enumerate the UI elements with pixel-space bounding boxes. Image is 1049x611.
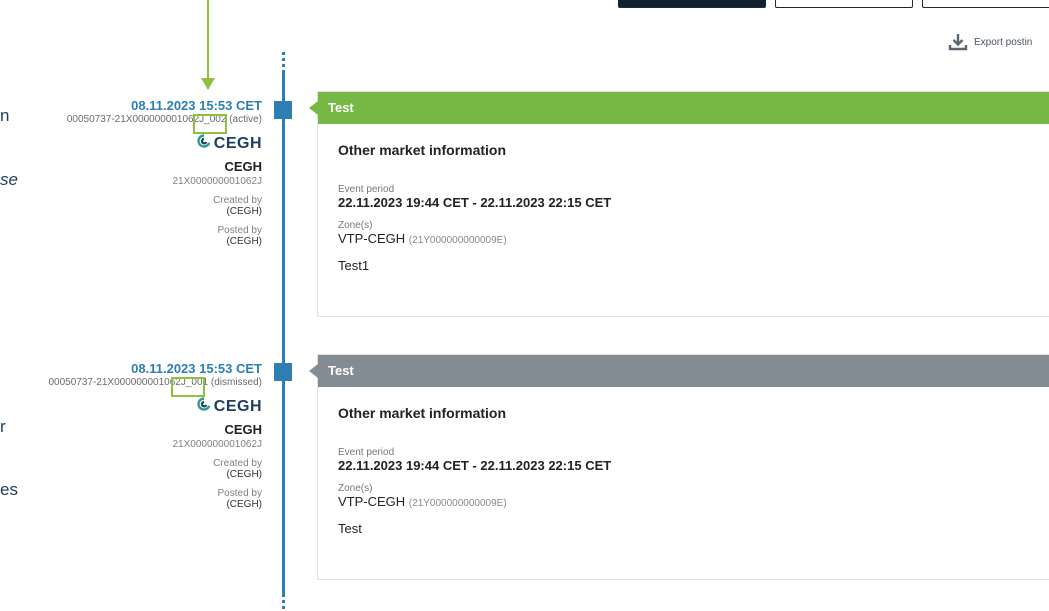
cut-text-4: es bbox=[0, 480, 18, 499]
download-icon bbox=[948, 33, 968, 51]
cegh-logo: CEGH bbox=[67, 134, 262, 153]
organization-name: CEGH bbox=[224, 422, 262, 437]
cegh-logo: CEGH bbox=[48, 397, 262, 416]
entry-id: 00050737-21X000000001062J_002 (active) bbox=[66, 114, 262, 125]
created-by-value: (CEGH) bbox=[226, 469, 262, 480]
message-text: Test1 bbox=[338, 258, 370, 273]
zone-code: (21Y000000000009E) bbox=[408, 498, 507, 509]
zone-value: VTP-CEGH (21Y000000000009E) bbox=[338, 231, 507, 246]
toolbar-button-3[interactable] bbox=[922, 0, 1049, 8]
zone-value: VTP-CEGH (21Y000000000009E) bbox=[338, 494, 507, 509]
posted-by-value: (CEGH) bbox=[226, 499, 262, 510]
event-period-value: 22.11.2023 19:44 CET - 22.11.2023 22:15 … bbox=[338, 458, 612, 473]
cut-text-1: n bbox=[0, 106, 10, 125]
entry-meta: 08.11.2023 15:53 CET 00050737-21X0000000… bbox=[67, 98, 262, 247]
annotation-arrow bbox=[207, 0, 209, 80]
entry-id: 00050737-21X000000001062J_001 (dismissed… bbox=[48, 377, 262, 388]
version-highlight-box bbox=[193, 114, 227, 134]
timeline-line bbox=[282, 70, 285, 594]
created-by-label: Created by bbox=[213, 195, 262, 206]
export-label: Export postin bbox=[974, 36, 1033, 48]
entry-date: 08.11.2023 15:53 CET bbox=[131, 361, 262, 376]
posted-by-label: Posted by bbox=[217, 488, 262, 499]
version-status: (active) bbox=[226, 114, 262, 125]
cegh-logo-icon bbox=[197, 397, 211, 416]
organization-eic: 21X000000001062J bbox=[172, 439, 262, 450]
message-type: Other market information bbox=[338, 142, 507, 158]
cegh-logo-icon bbox=[197, 134, 211, 153]
message-type: Other market information bbox=[338, 405, 507, 421]
timeline-dotted-top bbox=[282, 52, 285, 70]
toolbar-button-2[interactable] bbox=[775, 0, 913, 8]
timeline-marker bbox=[274, 363, 292, 381]
posted-by-value: (CEGH) bbox=[226, 236, 262, 247]
created-by-value: (CEGH) bbox=[226, 206, 262, 217]
timeline-marker bbox=[274, 101, 292, 119]
entry-date: 08.11.2023 15:53 CET bbox=[131, 98, 262, 113]
event-period-value: 22.11.2023 19:44 CET - 22.11.2023 22:15 … bbox=[338, 195, 612, 210]
event-period-label: Event period bbox=[338, 184, 395, 195]
toolbar-primary-button[interactable] bbox=[618, 0, 766, 8]
event-period-label: Event period bbox=[338, 447, 395, 458]
card-header-dismissed: Test bbox=[309, 355, 1049, 387]
entry-meta: 08.11.2023 15:53 CET 00050737-21X0000000… bbox=[48, 361, 262, 510]
zone-code: (21Y000000000009E) bbox=[408, 235, 507, 246]
export-postings-link[interactable]: Export postin bbox=[948, 33, 1032, 51]
posted-by-label: Posted by bbox=[217, 225, 262, 236]
zones-label: Zone(s) bbox=[338, 483, 373, 494]
cut-text-3: r bbox=[0, 417, 6, 436]
message-card[interactable]: Test Other market information Event peri… bbox=[309, 354, 1049, 580]
annotation-arrowhead bbox=[201, 78, 215, 90]
created-by-label: Created by bbox=[213, 458, 262, 469]
cut-text-2: se bbox=[0, 170, 18, 189]
version-highlight-box bbox=[171, 377, 205, 397]
zones-label: Zone(s) bbox=[338, 220, 373, 231]
message-text: Test bbox=[338, 521, 362, 536]
message-card[interactable]: Test Other market information Event peri… bbox=[309, 91, 1049, 317]
version-status: (dismissed) bbox=[208, 377, 262, 388]
organization-name: CEGH bbox=[224, 159, 262, 174]
card-header-active: Test bbox=[309, 92, 1049, 124]
organization-eic: 21X000000001062J bbox=[172, 176, 262, 187]
timeline-dotted-bottom bbox=[282, 594, 285, 611]
